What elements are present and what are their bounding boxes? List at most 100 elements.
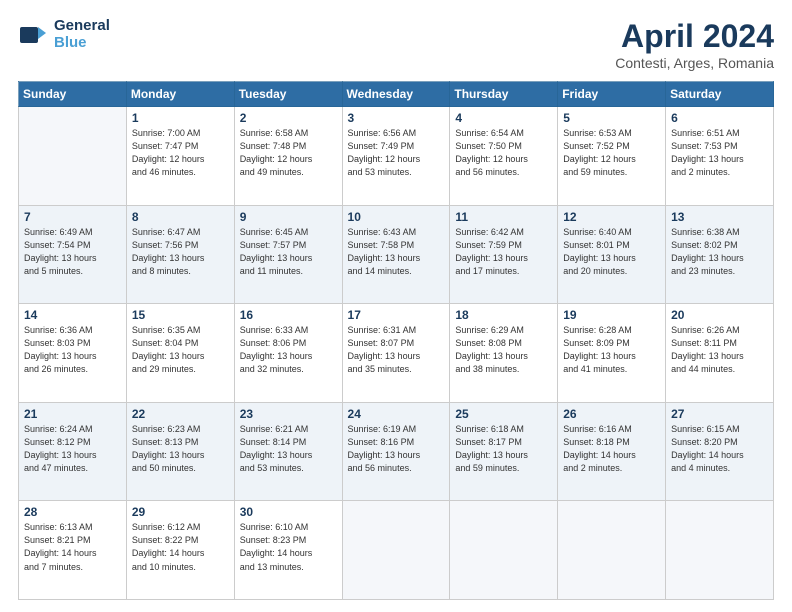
day-number: 11 — [455, 210, 552, 224]
calendar-cell — [342, 501, 450, 600]
day-number: 3 — [348, 111, 445, 125]
title-area: April 2024 Contesti, Arges, Romania — [615, 18, 774, 71]
day-number: 1 — [132, 111, 229, 125]
day-number: 16 — [240, 308, 337, 322]
calendar-cell: 10 Sunrise: 6:43 AM Sunset: 7:58 PM Dayli… — [342, 205, 450, 304]
calendar-cell: 16 Sunrise: 6:33 AM Sunset: 8:06 PM Dayli… — [234, 304, 342, 403]
day-info: Sunrise: 6:45 AM Sunset: 7:57 PM Dayligh… — [240, 226, 337, 278]
calendar-cell: 23 Sunrise: 6:21 AM Sunset: 8:14 PM Dayli… — [234, 402, 342, 501]
logo-blue: Blue — [54, 35, 110, 52]
day-info: Sunrise: 6:58 AM Sunset: 7:48 PM Dayligh… — [240, 127, 337, 179]
day-number: 10 — [348, 210, 445, 224]
day-number: 2 — [240, 111, 337, 125]
calendar-cell: 7 Sunrise: 6:49 AM Sunset: 7:54 PM Daylig… — [19, 205, 127, 304]
calendar-header-wednesday: Wednesday — [342, 82, 450, 107]
calendar-header-saturday: Saturday — [666, 82, 774, 107]
calendar-cell: 11 Sunrise: 6:42 AM Sunset: 7:59 PM Dayli… — [450, 205, 558, 304]
calendar-cell: 27Sunrise: 6:15 AM Sunset: 8:20 PM Dayli… — [666, 402, 774, 501]
calendar-cell: 13Sunrise: 6:38 AM Sunset: 8:02 PM Dayli… — [666, 205, 774, 304]
day-number: 9 — [240, 210, 337, 224]
calendar-cell — [450, 501, 558, 600]
calendar-cell: 14 Sunrise: 6:36 AM Sunset: 8:03 PM Dayli… — [19, 304, 127, 403]
logo-general: General — [54, 18, 110, 35]
calendar-cell: 5 Sunrise: 6:53 AM Sunset: 7:52 PM Daylig… — [558, 107, 666, 206]
day-number: 22 — [132, 407, 229, 421]
calendar-cell: 29 Sunrise: 6:12 AM Sunset: 8:22 PM Dayli… — [126, 501, 234, 600]
day-info: Sunrise: 6:13 AM Sunset: 8:21 PM Dayligh… — [24, 521, 121, 573]
header: General Blue April 2024 Contesti, Arges,… — [18, 18, 774, 71]
day-info: Sunrise: 6:51 AM Sunset: 7:53 PM Dayligh… — [671, 127, 768, 179]
day-info: Sunrise: 6:53 AM Sunset: 7:52 PM Dayligh… — [563, 127, 660, 179]
day-info: Sunrise: 6:18 AM Sunset: 8:17 PM Dayligh… — [455, 423, 552, 475]
calendar-cell: 17Sunrise: 6:31 AM Sunset: 8:07 PM Dayli… — [342, 304, 450, 403]
day-number: 24 — [348, 407, 445, 421]
calendar-cell: 6 Sunrise: 6:51 AM Sunset: 7:53 PM Daylig… — [666, 107, 774, 206]
day-info: Sunrise: 6:56 AM Sunset: 7:49 PM Dayligh… — [348, 127, 445, 179]
day-info: Sunrise: 6:28 AM Sunset: 8:09 PM Dayligh… — [563, 324, 660, 376]
day-number: 19 — [563, 308, 660, 322]
day-number: 4 — [455, 111, 552, 125]
day-info: Sunrise: 6:38 AM Sunset: 8:02 PM Dayligh… — [671, 226, 768, 278]
day-number: 21 — [24, 407, 121, 421]
day-info: Sunrise: 6:10 AM Sunset: 8:23 PM Dayligh… — [240, 521, 337, 573]
calendar-header-friday: Friday — [558, 82, 666, 107]
day-number: 6 — [671, 111, 768, 125]
calendar-cell: 12Sunrise: 6:40 AM Sunset: 8:01 PM Dayli… — [558, 205, 666, 304]
calendar-week-5: 28 Sunrise: 6:13 AM Sunset: 8:21 PM Dayli… — [19, 501, 774, 600]
day-info: Sunrise: 6:49 AM Sunset: 7:54 PM Dayligh… — [24, 226, 121, 278]
calendar-cell: 25 Sunrise: 6:18 AM Sunset: 8:17 PM Dayli… — [450, 402, 558, 501]
day-info: Sunrise: 6:42 AM Sunset: 7:59 PM Dayligh… — [455, 226, 552, 278]
day-number: 30 — [240, 505, 337, 519]
day-number: 7 — [24, 210, 121, 224]
calendar-table: SundayMondayTuesdayWednesdayThursdayFrid… — [18, 81, 774, 600]
calendar-cell: 3 Sunrise: 6:56 AM Sunset: 7:49 PM Daylig… — [342, 107, 450, 206]
calendar-cell: 15 Sunrise: 6:35 AM Sunset: 8:04 PM Dayli… — [126, 304, 234, 403]
day-number: 28 — [24, 505, 121, 519]
day-number: 23 — [240, 407, 337, 421]
day-info: Sunrise: 6:24 AM Sunset: 8:12 PM Dayligh… — [24, 423, 121, 475]
calendar-cell: 18 Sunrise: 6:29 AM Sunset: 8:08 PM Dayli… — [450, 304, 558, 403]
calendar-cell: 26 Sunrise: 6:16 AM Sunset: 8:18 PM Dayli… — [558, 402, 666, 501]
day-info: Sunrise: 6:36 AM Sunset: 8:03 PM Dayligh… — [24, 324, 121, 376]
calendar-cell: 28 Sunrise: 6:13 AM Sunset: 8:21 PM Dayli… — [19, 501, 127, 600]
day-info: Sunrise: 6:43 AM Sunset: 7:58 PM Dayligh… — [348, 226, 445, 278]
calendar-week-3: 14 Sunrise: 6:36 AM Sunset: 8:03 PM Dayli… — [19, 304, 774, 403]
day-number: 27 — [671, 407, 768, 421]
calendar-header-monday: Monday — [126, 82, 234, 107]
day-info: Sunrise: 6:35 AM Sunset: 8:04 PM Dayligh… — [132, 324, 229, 376]
calendar-cell — [558, 501, 666, 600]
calendar-header-row: SundayMondayTuesdayWednesdayThursdayFrid… — [19, 82, 774, 107]
day-number: 12 — [563, 210, 660, 224]
day-info: Sunrise: 6:12 AM Sunset: 8:22 PM Dayligh… — [132, 521, 229, 573]
day-info: Sunrise: 6:47 AM Sunset: 7:56 PM Dayligh… — [132, 226, 229, 278]
calendar-cell: 19 Sunrise: 6:28 AM Sunset: 8:09 PM Dayli… — [558, 304, 666, 403]
calendar-cell — [19, 107, 127, 206]
day-number: 18 — [455, 308, 552, 322]
day-number: 25 — [455, 407, 552, 421]
day-number: 29 — [132, 505, 229, 519]
day-info: Sunrise: 6:21 AM Sunset: 8:14 PM Dayligh… — [240, 423, 337, 475]
day-number: 15 — [132, 308, 229, 322]
calendar-cell: 9 Sunrise: 6:45 AM Sunset: 7:57 PM Daylig… — [234, 205, 342, 304]
day-number: 5 — [563, 111, 660, 125]
day-info: Sunrise: 6:29 AM Sunset: 8:08 PM Dayligh… — [455, 324, 552, 376]
day-info: Sunrise: 6:19 AM Sunset: 8:16 PM Dayligh… — [348, 423, 445, 475]
day-number: 14 — [24, 308, 121, 322]
page: General Blue April 2024 Contesti, Arges,… — [0, 0, 792, 612]
calendar-week-1: 1Sunrise: 7:00 AM Sunset: 7:47 PM Daylig… — [19, 107, 774, 206]
calendar-header-tuesday: Tuesday — [234, 82, 342, 107]
day-number: 26 — [563, 407, 660, 421]
calendar-cell: 4 Sunrise: 6:54 AM Sunset: 7:50 PM Daylig… — [450, 107, 558, 206]
calendar-cell: 30 Sunrise: 6:10 AM Sunset: 8:23 PM Dayli… — [234, 501, 342, 600]
calendar-cell: 22Sunrise: 6:23 AM Sunset: 8:13 PM Dayli… — [126, 402, 234, 501]
calendar-cell: 24 Sunrise: 6:19 AM Sunset: 8:16 PM Dayli… — [342, 402, 450, 501]
calendar-week-4: 21 Sunrise: 6:24 AM Sunset: 8:12 PM Dayli… — [19, 402, 774, 501]
day-info: Sunrise: 6:31 AM Sunset: 8:07 PM Dayligh… — [348, 324, 445, 376]
day-info: Sunrise: 6:26 AM Sunset: 8:11 PM Dayligh… — [671, 324, 768, 376]
day-info: Sunrise: 6:33 AM Sunset: 8:06 PM Dayligh… — [240, 324, 337, 376]
calendar-header-thursday: Thursday — [450, 82, 558, 107]
day-info: Sunrise: 6:54 AM Sunset: 7:50 PM Dayligh… — [455, 127, 552, 179]
day-info: Sunrise: 6:16 AM Sunset: 8:18 PM Dayligh… — [563, 423, 660, 475]
calendar-title: April 2024 — [615, 18, 774, 55]
logo: General Blue — [18, 18, 110, 51]
